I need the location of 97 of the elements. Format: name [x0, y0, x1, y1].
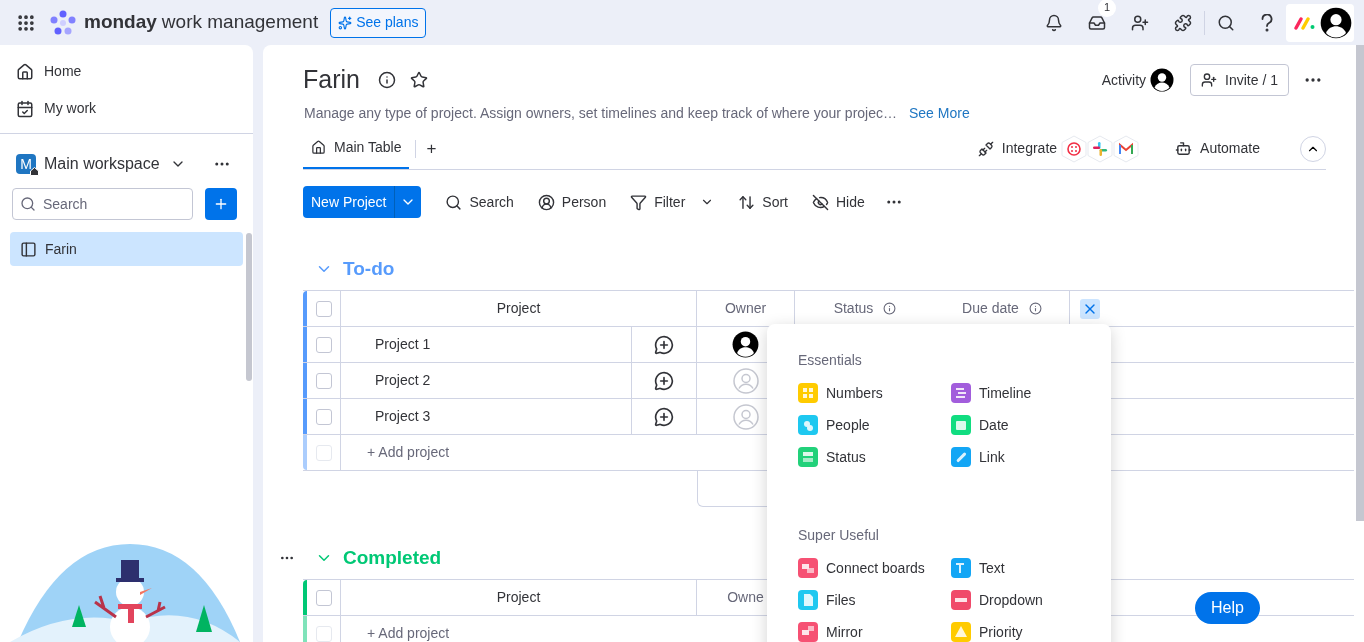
close-button[interactable] — [1080, 298, 1100, 319]
brand-name: monday — [84, 10, 157, 35]
see-more-link[interactable]: See More — [909, 103, 970, 124]
column-type-option[interactable]: Connect boards — [798, 558, 951, 578]
column-header[interactable]: Status — [833, 298, 874, 319]
row-checkbox[interactable] — [315, 408, 332, 425]
add-update-icon[interactable] — [654, 406, 674, 427]
column-type-option[interactable]: Date — [951, 415, 1101, 435]
new-project-dropdown-button[interactable] — [394, 186, 422, 218]
invite-button[interactable]: Invite / 1 — [1190, 64, 1289, 96]
owner-avatar-icon — [732, 331, 759, 358]
toolbar-button[interactable]: Person — [537, 191, 607, 213]
view-tab[interactable]: Main Table — [303, 128, 410, 169]
add-view-button[interactable]: + — [422, 135, 441, 162]
workspace-name[interactable]: Main workspace — [44, 152, 160, 176]
select-all-checkbox[interactable] — [315, 589, 332, 606]
toolbar-button[interactable]: Sort — [738, 191, 788, 213]
activity-button[interactable]: Activity — [1101, 68, 1175, 92]
column-header[interactable]: Project — [496, 587, 541, 608]
column-type-option[interactable]: Status — [798, 447, 951, 467]
star-icon[interactable] — [409, 71, 428, 89]
board-title[interactable]: Farin — [303, 61, 360, 99]
search-icon — [445, 193, 463, 211]
scrollbar-thumb[interactable] — [246, 233, 252, 381]
robot-icon — [1175, 140, 1193, 157]
home-icon — [16, 62, 34, 81]
invite-person-icon — [1201, 72, 1218, 88]
slashes-logo-icon[interactable] — [1294, 15, 1316, 30]
add-button[interactable] — [205, 188, 237, 220]
search-field[interactable]: Search — [12, 188, 193, 220]
column-type-option[interactable]: Priority — [951, 622, 1101, 642]
section-title: Super Useful — [798, 526, 880, 545]
filter-icon — [630, 193, 648, 211]
apps-grid-icon[interactable] — [16, 12, 36, 33]
search-icon[interactable] — [1217, 13, 1235, 32]
inbox-count-badge: 1 — [1098, 0, 1116, 17]
add-item-field[interactable]: + Add project — [367, 442, 450, 463]
toolbar-button[interactable]: Filter — [630, 191, 715, 213]
app-icon — [1061, 134, 1088, 163]
column-header[interactable]: Project — [496, 298, 541, 319]
row-checkbox[interactable] — [315, 336, 332, 353]
board-icon — [20, 240, 37, 258]
inbox-icon[interactable] — [1088, 13, 1106, 32]
product-name: work management — [161, 10, 319, 35]
search-icon — [20, 196, 36, 212]
app-icon — [1113, 134, 1140, 163]
notifications-icon[interactable] — [1045, 13, 1063, 32]
toolbar-button[interactable]: Hide — [812, 191, 865, 213]
info-icon[interactable] — [1028, 302, 1042, 315]
info-icon[interactable] — [883, 302, 897, 315]
new-project-button[interactable]: New Project — [303, 186, 395, 218]
item-name[interactable]: Project 3 — [375, 406, 431, 427]
column-type-option[interactable]: People — [798, 415, 951, 435]
add-update-icon[interactable] — [654, 370, 674, 391]
column-header[interactable]: Owne — [727, 587, 764, 608]
see-plans-button[interactable]: See plans — [330, 7, 427, 38]
hide-icon — [812, 193, 829, 211]
column-type-option[interactable]: Link — [951, 447, 1101, 467]
info-icon[interactable] — [377, 71, 396, 89]
person-icon — [537, 193, 555, 211]
help-icon[interactable] — [1260, 13, 1274, 32]
item-name[interactable]: Project 2 — [375, 370, 431, 391]
column-type-option[interactable]: Timeline — [951, 383, 1101, 403]
column-type-option[interactable]: Dropdown — [951, 590, 1101, 610]
nav-link[interactable]: Home — [16, 61, 237, 82]
scrollbar-thumb[interactable] — [1356, 45, 1364, 521]
automate-button[interactable]: Automate — [1175, 138, 1260, 159]
column-type-option[interactable]: Text — [951, 558, 1101, 578]
plug-icon — [977, 140, 994, 157]
column-type-option[interactable]: Files — [798, 590, 951, 610]
puzzle-icon[interactable] — [1174, 13, 1192, 32]
add-item-field[interactable]: + Add project — [367, 623, 450, 642]
board-item[interactable]: Farin — [10, 232, 243, 266]
invite-people-icon[interactable] — [1131, 13, 1149, 32]
column-type-option[interactable]: Numbers — [798, 383, 951, 403]
row-checkbox[interactable] — [315, 372, 332, 389]
nav-link[interactable]: My work — [16, 98, 237, 119]
toolbar-button[interactable]: Search — [445, 191, 514, 213]
calendar-check-icon — [16, 99, 34, 118]
section-title: Essentials — [798, 351, 863, 370]
board-description: Manage any type of project. Assign owners, set timelines and keep track of where your projec… — [304, 104, 897, 123]
column-header[interactable]: Owner — [724, 298, 767, 319]
sparkle-icon — [338, 15, 353, 30]
column-header[interactable]: Due date — [962, 298, 1019, 319]
plus-icon — [213, 196, 229, 212]
brand-logo-icon — [50, 9, 76, 36]
help-button[interactable]: Help — [1195, 592, 1260, 624]
activity-avatar-icon — [1150, 68, 1175, 92]
add-update-icon[interactable] — [654, 334, 674, 355]
integrate-button[interactable]: Integrate — [977, 138, 1058, 159]
app-icon — [1087, 134, 1114, 163]
column-type-option[interactable]: Mirror — [798, 622, 951, 642]
select-all-checkbox[interactable] — [315, 300, 332, 317]
sort-icon — [738, 193, 756, 211]
home-badge-icon — [30, 167, 39, 176]
home-icon — [311, 140, 326, 155]
item-name[interactable]: Project 1 — [375, 334, 431, 355]
